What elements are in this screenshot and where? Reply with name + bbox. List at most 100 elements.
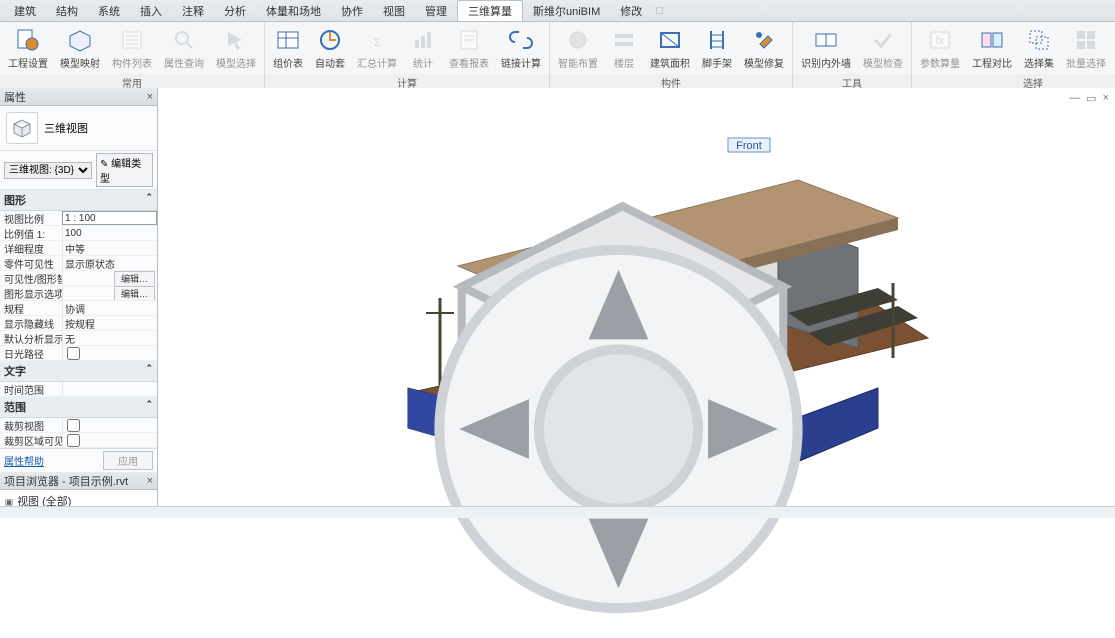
ribbon-button-label: 脚手架 bbox=[702, 55, 732, 70]
compare-icon bbox=[978, 26, 1006, 54]
type-icon bbox=[6, 112, 38, 144]
prop-category[interactable]: 范围⌃ bbox=[0, 397, 157, 418]
prop-row: 时间范围 bbox=[0, 382, 157, 397]
restore-icon[interactable]: ▭ bbox=[1086, 92, 1096, 105]
prop-row: 规程协调 bbox=[0, 301, 157, 316]
prop-row: 裁剪区域可见 bbox=[0, 433, 157, 448]
ribbon-button-label: 构件列表 bbox=[112, 55, 152, 70]
prop-row: 零件可见性显示原状态 bbox=[0, 256, 157, 271]
properties-footer: 属性帮助 应用 bbox=[0, 448, 157, 472]
area-icon bbox=[656, 26, 684, 54]
menu-item[interactable]: 斯维尔uniBIM bbox=[523, 1, 610, 21]
ribbon-button-link-calc[interactable]: 链接计算 bbox=[497, 24, 545, 72]
ribbon-button-label: 组价表 bbox=[273, 55, 303, 70]
auto-icon bbox=[316, 26, 344, 54]
ribbon-button-cube-map[interactable]: 模型映射 bbox=[56, 24, 104, 72]
cropview-checkbox[interactable] bbox=[67, 419, 80, 432]
type-selector[interactable]: 三维视图: {3D} bbox=[4, 162, 92, 179]
menu-item[interactable]: 修改 bbox=[610, 1, 652, 21]
menu-item[interactable]: 建筑 bbox=[4, 1, 46, 21]
ribbon-button-label: 选择集 bbox=[1024, 55, 1054, 70]
ribbon-button-label: 工程设置 bbox=[8, 55, 48, 70]
ribbon-button-report: 查看报表 bbox=[445, 24, 493, 72]
ribbon-button-label: 查看报表 bbox=[449, 55, 489, 70]
prop-row: 裁剪视图 bbox=[0, 418, 157, 433]
ribbon-button-label: 工程对比 bbox=[972, 55, 1012, 70]
sum-icon: Σ bbox=[363, 26, 391, 54]
prop-row: 默认分析显示…无 bbox=[0, 331, 157, 346]
menu-item[interactable]: 插入 bbox=[130, 1, 172, 21]
ribbon-button-batch: 批量选择 bbox=[1062, 24, 1110, 72]
ribbon-button-label: 模型选择 bbox=[216, 55, 256, 70]
ribbon-button-floor: 楼层 bbox=[606, 24, 642, 72]
cube-map-icon bbox=[66, 26, 94, 54]
menu-item[interactable]: 视图 bbox=[373, 1, 415, 21]
ribbon-button-sum: Σ汇总计算 bbox=[353, 24, 401, 72]
ribbon-button-label: 楼层 bbox=[614, 55, 634, 70]
prop-row: 视图比例1 : 100 bbox=[0, 211, 157, 226]
menu-item[interactable]: 管理 bbox=[415, 1, 457, 21]
ribbon-button-scaffold[interactable]: 脚手架 bbox=[698, 24, 736, 72]
ribbon-button-auto[interactable]: 自动套 bbox=[311, 24, 349, 72]
ribbon-button-table-price[interactable]: 组价表 bbox=[269, 24, 307, 72]
ribbon-button-list: 构件列表 bbox=[108, 24, 156, 72]
ribbon-button-smart: 智能布置 bbox=[554, 24, 602, 72]
menu-box-icon[interactable]: □ bbox=[656, 5, 663, 17]
menu-item-active[interactable]: 三维算量 bbox=[457, 0, 523, 21]
ribbon-button-label: 统计 bbox=[413, 55, 433, 70]
properties-grid: 图形⌃ 视图比例1 : 100 比例值 1:100 详细程度中等 零件可见性显示… bbox=[0, 190, 157, 448]
ribbon-button-area[interactable]: 建筑面积 bbox=[646, 24, 694, 72]
minimize-icon[interactable]: — bbox=[1069, 92, 1080, 105]
select-icon bbox=[222, 26, 250, 54]
ribbon-button-label: 模型映射 bbox=[60, 55, 100, 70]
ribbon-button-label: 链接计算 bbox=[501, 55, 541, 70]
ribbon-button-compare[interactable]: 工程对比 bbox=[968, 24, 1016, 72]
ribbon-button-repair[interactable]: 模型修复 bbox=[740, 24, 788, 72]
browser-title: 项目浏览器 - 项目示例.rvt bbox=[4, 473, 128, 489]
properties-help-link[interactable]: 属性帮助 bbox=[4, 453, 44, 468]
viewport-3d[interactable]: — ▭ × 双选防疫区 Front bbox=[158, 88, 1115, 506]
properties-panel: 属性 × 三维视图 三维视图: {3D} ✎ 编辑类型 图形⌃ 视图比例1 : … bbox=[0, 88, 157, 472]
ribbon-button-gear-doc[interactable]: 工程设置 bbox=[4, 24, 52, 72]
menu-item[interactable]: 体量和场地 bbox=[256, 1, 331, 21]
ribbon-button-wall[interactable]: 识别内外墙 bbox=[797, 24, 855, 72]
report-icon bbox=[455, 26, 483, 54]
ribbon-button-stat: 统计 bbox=[405, 24, 441, 72]
sunpath-checkbox[interactable] bbox=[67, 347, 80, 360]
menu-item[interactable]: 注释 bbox=[172, 1, 214, 21]
floor-icon bbox=[610, 26, 638, 54]
prop-row: 详细程度中等 bbox=[0, 241, 157, 256]
nav-wheel[interactable] bbox=[140, 220, 1097, 638]
close-icon[interactable]: × bbox=[1103, 92, 1109, 105]
ribbon-button-label: 模型修复 bbox=[744, 55, 784, 70]
ribbon-button-label: 建筑面积 bbox=[650, 55, 690, 70]
selset-icon bbox=[1025, 26, 1053, 54]
close-icon[interactable]: × bbox=[147, 91, 153, 103]
prop-category[interactable]: 图形⌃ bbox=[0, 190, 157, 211]
link-calc-icon bbox=[507, 26, 535, 54]
menu-item[interactable]: 系统 bbox=[88, 1, 130, 21]
prop-row: 图形显示选项编辑… bbox=[0, 286, 157, 301]
ribbon: 工程设置模型映射构件列表属性查询模型选择常用组价表自动套Σ汇总计算统计查看报表链… bbox=[0, 22, 1115, 88]
prop-row: 可见性/图形替换编辑… bbox=[0, 271, 157, 286]
menu-item[interactable]: 协作 bbox=[331, 1, 373, 21]
menu-item[interactable]: 分析 bbox=[214, 1, 256, 21]
ribbon-group: 识别内外墙模型检查工具 bbox=[793, 22, 912, 87]
prop-category[interactable]: 文字⌃ bbox=[0, 361, 157, 382]
prop-row: 日光路径 bbox=[0, 346, 157, 361]
svg-text:Front: Front bbox=[736, 140, 762, 152]
smart-icon bbox=[564, 26, 592, 54]
ribbon-button-selset[interactable]: 选择集 bbox=[1020, 24, 1058, 72]
type-selector-row: 三维视图: {3D} ✎ 编辑类型 bbox=[0, 150, 157, 190]
wall-icon bbox=[812, 26, 840, 54]
check-icon bbox=[869, 26, 897, 54]
properties-title: 属性 bbox=[4, 89, 26, 105]
menu-item[interactable]: 结构 bbox=[46, 1, 88, 21]
type-name: 三维视图 bbox=[44, 120, 88, 136]
param-icon: fx bbox=[926, 26, 954, 54]
cropregion-checkbox[interactable] bbox=[67, 434, 80, 447]
ribbon-group: 智能布置楼层建筑面积脚手架模型修复构件 bbox=[550, 22, 793, 87]
ribbon-button-check: 模型检查 bbox=[859, 24, 907, 72]
find-icon bbox=[170, 26, 198, 54]
ribbon-button-label: 批量选择 bbox=[1066, 55, 1106, 70]
